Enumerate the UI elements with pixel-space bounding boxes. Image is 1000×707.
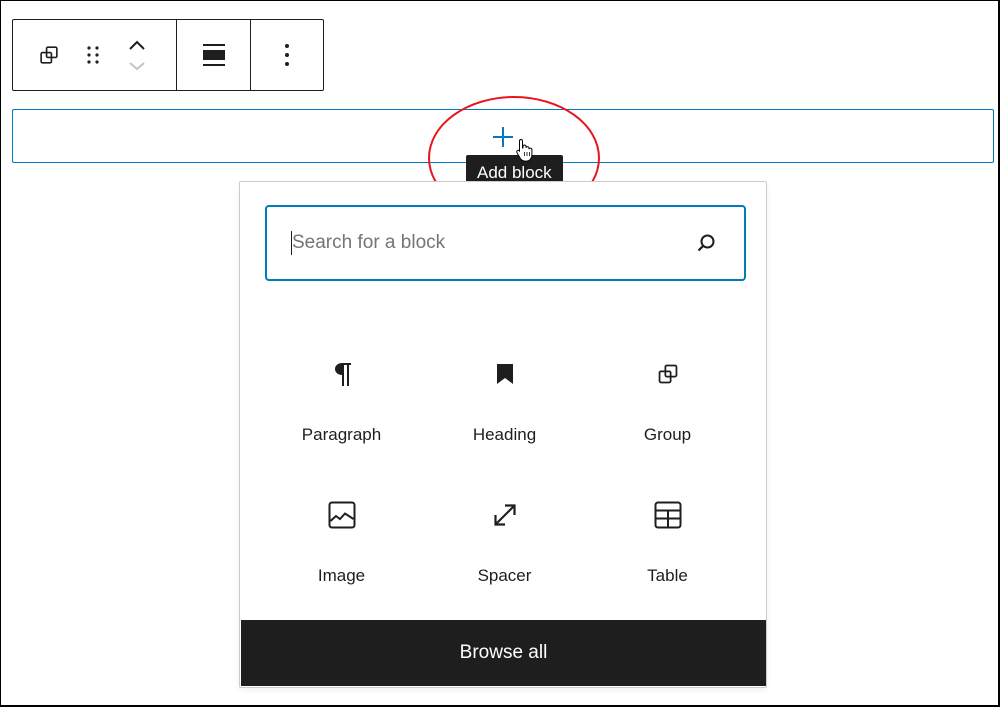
align-wide-icon (202, 44, 225, 66)
image-icon (328, 501, 355, 529)
search-icon[interactable] (694, 231, 718, 255)
table-icon (654, 501, 681, 529)
block-search-input[interactable] (292, 232, 694, 254)
block-label: Paragraph (301, 425, 382, 444)
block-item-heading[interactable]: Heading (423, 342, 586, 483)
add-block-button[interactable] (490, 124, 516, 150)
block-item-spacer[interactable]: Spacer (423, 483, 586, 624)
block-label: Heading (472, 425, 537, 444)
move-up-button[interactable] (125, 36, 149, 56)
browse-all-button[interactable]: Browse all (241, 620, 766, 686)
block-label: Table (647, 566, 688, 585)
chevron-down-icon (129, 62, 145, 71)
block-toolbar (12, 19, 324, 91)
toolbar-group-align (177, 20, 251, 90)
options-button[interactable] (275, 40, 299, 70)
block-grid: Paragraph Heading Group Image Spacer Tab… (260, 342, 750, 624)
block-search (265, 205, 746, 281)
drag-handle-icon (87, 46, 99, 64)
more-vertical-icon (285, 44, 289, 66)
block-label: Group (643, 425, 692, 444)
hand-cursor-icon (515, 138, 535, 167)
move-down-button[interactable] (125, 58, 149, 74)
block-label: Image (317, 566, 366, 585)
resize-arrows-icon (493, 504, 516, 526)
block-label: Spacer (477, 566, 532, 585)
paragraph-icon (334, 363, 351, 386)
align-button[interactable] (199, 40, 229, 70)
drag-handle-button[interactable] (81, 41, 105, 69)
block-item-paragraph[interactable]: Paragraph (260, 342, 423, 483)
block-item-group[interactable]: Group (586, 342, 749, 483)
group-icon (658, 364, 677, 384)
group-icon (40, 46, 58, 64)
toolbar-group-block (13, 20, 177, 90)
mover (125, 36, 149, 74)
toolbar-group-options (251, 20, 323, 90)
chevron-up-icon (129, 40, 145, 50)
block-item-image[interactable]: Image (260, 483, 423, 624)
bookmark-icon (496, 364, 513, 384)
plus-icon (493, 127, 513, 147)
block-item-table[interactable]: Table (586, 483, 749, 624)
group-button[interactable] (35, 41, 63, 69)
block-inserter-popover: Paragraph Heading Group (239, 181, 767, 688)
